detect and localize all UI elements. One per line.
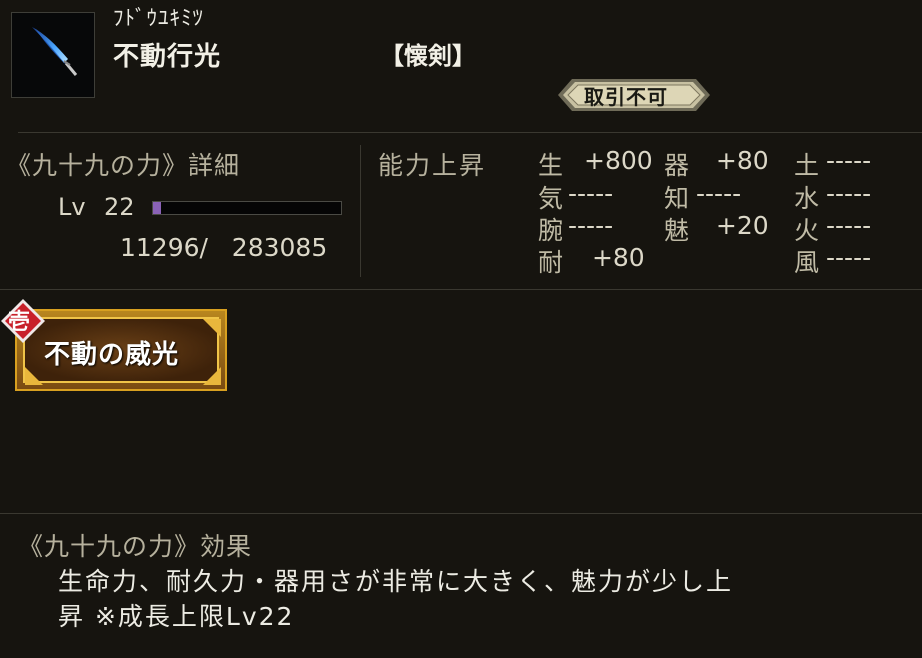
stat-value: +80 (700, 146, 769, 175)
level-value: 22 (104, 193, 135, 221)
divider (0, 513, 922, 514)
stats-heading: 能力上昇 (378, 151, 487, 180)
stat-value: ----- (826, 211, 872, 240)
effect-description-line1: 生命力、耐久力・器用さが非常に大きく、魅力が少し上 (58, 567, 734, 596)
stat-key: 腕 (538, 216, 564, 245)
stat-value: +20 (700, 211, 769, 240)
stat-value: ----- (568, 211, 614, 240)
stat-key: 魅 (664, 216, 690, 245)
divider (0, 289, 922, 290)
stat-key: 知 (664, 184, 690, 213)
stat-value: ----- (696, 179, 742, 208)
stat-key: 火 (794, 216, 820, 245)
exp-fill (153, 202, 161, 214)
detail-title: 《九十九の力》詳細 (6, 151, 241, 180)
item-reading: ﾌﾄﾞｳﾕｷﾐﾂ (113, 6, 204, 30)
skill-label: 不動の威光 (44, 340, 180, 370)
stat-key: 耐 (538, 248, 564, 277)
stat-key: 気 (538, 184, 564, 213)
stat-value: ----- (826, 146, 872, 175)
level-label: Lv (58, 193, 86, 221)
stat-value: ----- (826, 243, 872, 272)
stat-value: +80 (584, 243, 645, 272)
stat-key: 風 (794, 248, 820, 277)
skill-rank-label: 壱 (8, 310, 31, 335)
effect-description-line2: 昇 ※成長上限Lv22 (58, 602, 295, 631)
stat-value: ----- (826, 179, 872, 208)
exp-text: 11296/ 283085 (120, 233, 328, 262)
effect-title: 《九十九の力》効果 (18, 532, 253, 561)
stat-key: 生 (538, 151, 564, 180)
vertical-divider (360, 145, 361, 277)
exp-bar (152, 201, 342, 215)
stat-key: 土 (794, 151, 820, 180)
blue-blade-icon (32, 27, 78, 76)
item-category: 【懐剣】 (380, 42, 476, 70)
no-trade-label: 取引不可 (584, 85, 668, 109)
stat-key: 器 (664, 151, 690, 180)
divider (18, 132, 922, 133)
stat-value: ----- (568, 179, 614, 208)
item-icon (11, 12, 95, 98)
stat-value: +800 (584, 146, 653, 175)
stat-key: 水 (794, 184, 820, 213)
item-name: 不動行光 (113, 42, 222, 72)
